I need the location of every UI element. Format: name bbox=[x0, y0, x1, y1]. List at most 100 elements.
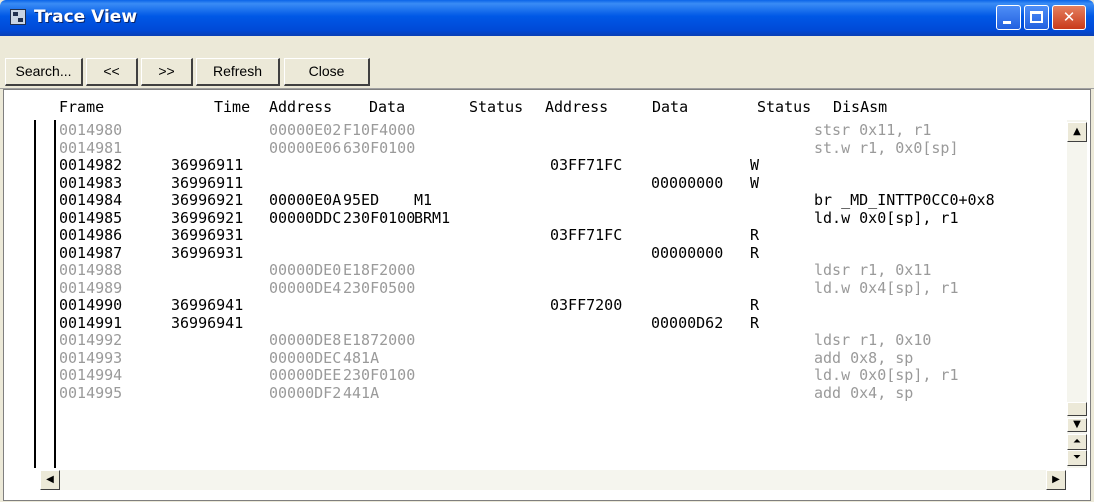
column-header-data[interactable]: Data bbox=[369, 98, 405, 116]
cell-time: 36996941 bbox=[171, 313, 244, 332]
cell-address: 00000DE8 bbox=[269, 331, 342, 349]
cell-frame: 0014987 bbox=[59, 243, 123, 262]
search-button[interactable]: Search... bbox=[5, 58, 83, 86]
arrow-left-icon: ◀ bbox=[46, 474, 54, 485]
arrow-down-icon: ⏷ bbox=[1073, 452, 1081, 463]
cell-data-2: 00000000 bbox=[651, 243, 724, 262]
cell-address: 00000DEE bbox=[269, 366, 342, 384]
table-row[interactable]: 0014982 36996911 03FF71FC W bbox=[4, 156, 1044, 175]
cell-data: 230F0100 bbox=[343, 208, 416, 227]
cell-address-2: 03FF7200 bbox=[550, 296, 623, 314]
table-row[interactable]: 0014992 00000DE8 E1872000 ldsr r1, 0x10 bbox=[4, 331, 1044, 350]
trace-list[interactable]: Frame Time Address Data Status Address D… bbox=[3, 89, 1091, 501]
cell-disasm: br _MD_INTTP0CC0+0x8 bbox=[814, 191, 995, 209]
page-down-button[interactable]: ⏷ bbox=[1067, 450, 1087, 466]
column-header-status-2[interactable]: Status bbox=[757, 98, 811, 116]
cell-disasm: ld.w 0x4[sp], r1 bbox=[814, 278, 959, 297]
arrow-up-icon: ⏶ bbox=[1073, 436, 1081, 447]
cell-status: BRM1 bbox=[414, 208, 451, 227]
cell-status-2: R bbox=[750, 296, 760, 314]
column-header-frame[interactable]: Frame bbox=[59, 98, 104, 116]
cell-frame: 0014991 bbox=[59, 313, 123, 332]
cell-disasm: ldsr r1, 0x11 bbox=[814, 261, 932, 279]
cell-data: E18F2000 bbox=[343, 261, 416, 279]
table-row[interactable]: 0014983 36996911 00000000 W bbox=[4, 174, 1044, 193]
cell-data: 230F0100 bbox=[343, 366, 416, 384]
cell-frame: 0014982 bbox=[59, 156, 123, 174]
cell-disasm: ld.w 0x0[sp], r1 bbox=[814, 366, 959, 384]
column-header-address[interactable]: Address bbox=[269, 98, 332, 116]
cell-frame: 0014989 bbox=[59, 278, 123, 297]
cell-data: 95ED bbox=[343, 191, 380, 209]
table-row[interactable]: 0014987 36996931 00000000 R bbox=[4, 244, 1044, 263]
scroll-left-button[interactable]: ◀ bbox=[40, 470, 60, 490]
column-header-disasm[interactable]: DisAsm bbox=[833, 98, 887, 116]
cell-data: 230F0500 bbox=[343, 278, 416, 297]
table-row[interactable]: 0014995 00000DF2 441A add 0x4, sp bbox=[4, 384, 1044, 403]
table-row[interactable]: 0014981 00000E06 630F0100 st.w r1, 0x0[sp] bbox=[4, 139, 1044, 158]
column-header-status[interactable]: Status bbox=[469, 98, 523, 116]
table-row[interactable]: 0014985 36996921 00000DDC 230F0100 BRM1 ld.w … bbox=[4, 209, 1044, 228]
cell-address: 00000E06 bbox=[269, 138, 342, 157]
cell-frame: 0014994 bbox=[59, 366, 123, 384]
cell-time: 36996921 bbox=[171, 191, 244, 209]
scroll-down-button[interactable]: ▼ bbox=[1067, 418, 1087, 432]
horizontal-scrollbar[interactable]: ◀ ▶ bbox=[40, 470, 1066, 490]
close-window-button[interactable]: ✕ bbox=[1052, 5, 1086, 30]
cell-status-2: R bbox=[750, 226, 760, 244]
cell-address: 00000E0A bbox=[269, 191, 342, 209]
trace-view-icon bbox=[10, 9, 26, 25]
cell-frame: 0014992 bbox=[59, 331, 123, 349]
cell-frame: 0014980 bbox=[59, 121, 123, 139]
toolbar: Search... << >> Refresh Close bbox=[0, 36, 1094, 89]
title-bar[interactable]: Trace View ✕ bbox=[0, 0, 1094, 36]
table-row[interactable]: 0014991 36996941 00000D62 R bbox=[4, 314, 1044, 333]
minimize-icon bbox=[1003, 21, 1011, 24]
cell-address: 00000DDC bbox=[269, 208, 342, 227]
cell-disasm: ldsr r1, 0x10 bbox=[814, 331, 932, 349]
cell-data-2: 00000000 bbox=[651, 173, 724, 192]
cell-time: 36996931 bbox=[171, 243, 244, 262]
table-row[interactable]: 0014984 36996921 00000E0A 95ED M1 br _MD_INTT… bbox=[4, 191, 1044, 210]
minimize-button[interactable] bbox=[996, 5, 1021, 30]
close-button[interactable]: Close bbox=[284, 58, 370, 86]
cell-time: 36996941 bbox=[171, 296, 244, 314]
cell-disasm: st.w r1, 0x0[sp] bbox=[814, 138, 959, 157]
page-up-button[interactable]: ⏶ bbox=[1067, 434, 1087, 450]
cell-address: 00000DE0 bbox=[269, 261, 342, 279]
table-row[interactable]: 0014988 00000DE0 E18F2000 ldsr r1, 0x11 bbox=[4, 261, 1044, 280]
cell-disasm: ld.w 0x0[sp], r1 bbox=[814, 208, 959, 227]
scroll-right-button[interactable]: ▶ bbox=[1046, 470, 1066, 490]
cell-time: 36996911 bbox=[171, 173, 244, 192]
vertical-scrollbar[interactable]: ▲ ▼ ⏶ ⏷ bbox=[1067, 120, 1087, 468]
column-header-time[interactable]: Time bbox=[214, 98, 250, 116]
table-row[interactable]: 0014980 00000E02 F10F4000 stsr 0x11, r1 bbox=[4, 121, 1044, 140]
cell-time: 36996921 bbox=[171, 208, 244, 227]
cell-status-2: R bbox=[750, 313, 760, 332]
cell-address: 00000DEC bbox=[269, 348, 342, 367]
cell-frame: 0014993 bbox=[59, 348, 123, 367]
column-header-data-2[interactable]: Data bbox=[652, 98, 688, 116]
table-row[interactable]: 0014990 36996941 03FF7200 R bbox=[4, 296, 1044, 315]
cell-frame: 0014995 bbox=[59, 383, 123, 402]
arrow-up-icon: ▲ bbox=[1073, 126, 1081, 137]
window-title: Trace View bbox=[34, 7, 138, 27]
arrow-down-icon: ▼ bbox=[1073, 419, 1081, 430]
table-row[interactable]: 0014993 00000DEC 481A add 0x8, sp bbox=[4, 349, 1044, 368]
column-header-address-2[interactable]: Address bbox=[545, 98, 608, 116]
scroll-up-button[interactable]: ▲ bbox=[1067, 122, 1087, 142]
cell-address: 00000DF2 bbox=[269, 383, 342, 402]
refresh-button[interactable]: Refresh bbox=[196, 58, 280, 86]
cell-disasm: add 0x4, sp bbox=[814, 383, 914, 402]
back-button[interactable]: << bbox=[86, 58, 138, 86]
cell-frame: 0014983 bbox=[59, 173, 123, 192]
cell-data: E1872000 bbox=[343, 331, 416, 349]
forward-button[interactable]: >> bbox=[141, 58, 193, 86]
cell-disasm: add 0x8, sp bbox=[814, 348, 914, 367]
table-row[interactable]: 0014994 00000DEE 230F0100 ld.w 0x0[sp], r1 bbox=[4, 366, 1044, 385]
scroll-thumb[interactable] bbox=[1067, 402, 1087, 416]
table-row[interactable]: 0014989 00000DE4 230F0500 ld.w 0x4[sp], r1 bbox=[4, 279, 1044, 298]
maximize-button[interactable] bbox=[1024, 5, 1049, 30]
cell-address: 00000DE4 bbox=[269, 278, 342, 297]
table-row[interactable]: 0014986 36996931 03FF71FC R bbox=[4, 226, 1044, 245]
